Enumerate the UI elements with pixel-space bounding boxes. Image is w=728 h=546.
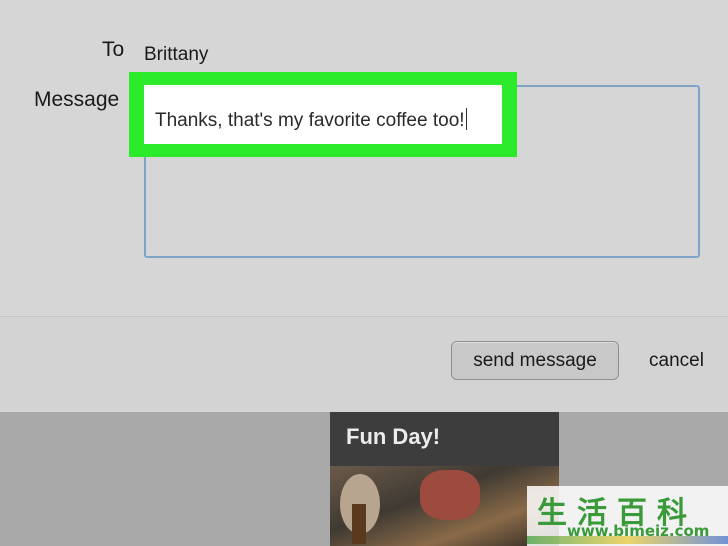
message-input-zoom[interactable]: Thanks, that's my favorite coffee too! <box>144 85 502 144</box>
message-input-text: Thanks, that's my favorite coffee too! <box>155 108 467 131</box>
recipient-name: Brittany <box>144 44 209 65</box>
send-message-button[interactable]: send message <box>451 341 619 380</box>
message-dialog: To Brittany Message Thanks, that's my fa… <box>0 0 728 412</box>
event-card[interactable]: Fun Day! <box>330 412 559 546</box>
card-title: Fun Day! <box>346 424 441 449</box>
photo-bottle <box>352 504 366 544</box>
card-photo <box>330 466 559 546</box>
message-form: To Brittany Message Thanks, that's my fa… <box>0 0 728 317</box>
text-cursor <box>465 108 467 130</box>
watermark-logo: 生活百科 www.bimeiz.com <box>527 486 728 546</box>
message-label: Message <box>34 88 120 111</box>
cancel-link[interactable]: cancel <box>649 350 704 372</box>
highlight-annotation: Thanks, that's my favorite coffee too! <box>129 72 517 157</box>
photo-flowers <box>420 470 480 520</box>
to-label: To <box>102 38 125 61</box>
watermark-stripe <box>527 536 728 544</box>
